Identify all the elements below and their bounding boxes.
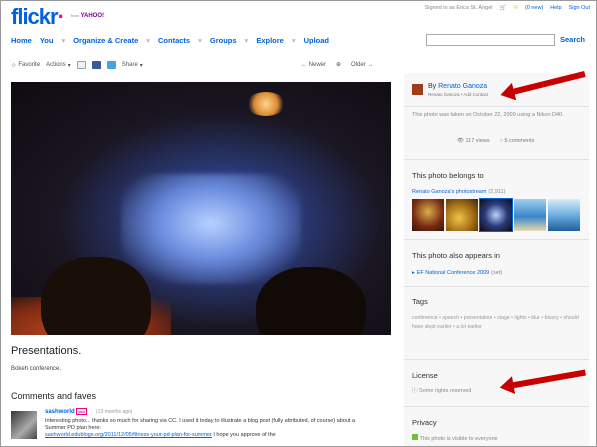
thumb[interactable]: [514, 199, 546, 231]
comment-icon: ○: [499, 138, 503, 144]
comments-count[interactable]: ○ 5 comments: [500, 138, 535, 144]
main-nav: Home You ▾ Organize & Create ▾ Contacts ▾ G…: [11, 36, 329, 45]
thumb[interactable]: [412, 199, 444, 231]
thumb[interactable]: [479, 198, 513, 232]
nav-home[interactable]: Home: [11, 36, 32, 45]
thumb[interactable]: [548, 199, 580, 231]
yahoo-logo: from YAHOO!: [71, 13, 105, 19]
tags-list[interactable]: conference • speech • presentation • sta…: [412, 314, 582, 332]
inbox-link[interactable]: (0 new): [525, 5, 543, 11]
privacy-info: This photo is visible to everyone: [412, 434, 498, 443]
nav-upload[interactable]: Upload: [304, 36, 329, 45]
photostream-link[interactable]: Renato Ganoza's photostream (2,911): [412, 188, 505, 196]
email-icon[interactable]: [76, 61, 86, 69]
set-link[interactable]: ▸ EF National Conference 2009 (set): [412, 269, 502, 277]
divider: [404, 359, 589, 360]
twitter-icon[interactable]: [106, 61, 116, 69]
views-count: 👁 117 views: [457, 138, 490, 144]
chevron-down-icon[interactable]: ▾: [146, 36, 150, 45]
cc-icon: ⓘ: [412, 388, 418, 394]
license-heading: License: [412, 371, 438, 380]
comment-time: (13 months ago): [96, 409, 133, 415]
logo-dot: ·: [57, 4, 65, 29]
account-bar: Signed in as Erica St. Angel 🛒 ✉ (0 new)…: [425, 5, 590, 11]
photostream-thumbs: [412, 198, 580, 232]
newer-button[interactable]: ← Newer: [301, 62, 326, 68]
pro-badge: pro: [76, 408, 87, 415]
mail-icon[interactable]: ✉: [513, 5, 518, 11]
privacy-heading: Privacy: [412, 418, 437, 427]
flickr-logo[interactable]: flickr·: [11, 4, 65, 30]
chevron-down-icon[interactable]: ▾: [245, 36, 249, 45]
nav-you[interactable]: You: [40, 36, 54, 45]
cart-icon[interactable]: 🛒: [499, 5, 506, 11]
nav-groups[interactable]: Groups: [210, 36, 237, 45]
photo-sidebar: By Renato Ganoza Renato Ganoza • Add Con…: [404, 73, 589, 446]
chevron-down-icon[interactable]: ▾: [292, 36, 296, 45]
star-icon: ☆: [11, 62, 17, 69]
nav-organize[interactable]: Organize & Create: [73, 36, 138, 45]
favorite-button[interactable]: ☆ Favorite: [11, 62, 40, 69]
check-icon: [412, 434, 418, 440]
photo-light-bokeh: [246, 92, 286, 116]
photo-head-left: [41, 257, 151, 335]
triangle-right-icon: ▸: [412, 270, 415, 276]
share-button[interactable]: Share ▾: [122, 62, 143, 69]
site-header: flickr· from YAHOO! Signed in as Erica S…: [1, 1, 596, 51]
photo-pager: ← Newer ⊕ Older →: [301, 61, 373, 69]
comment-item: sashworld pro (13 months ago) Interestin…: [11, 408, 391, 446]
chevron-down-icon[interactable]: ▾: [198, 36, 202, 45]
divider: [404, 286, 589, 287]
divider: [404, 159, 589, 160]
search-input[interactable]: [426, 34, 555, 46]
divider: [404, 106, 589, 107]
owner-name-link[interactable]: Renato Ganoza: [438, 83, 487, 90]
thumb[interactable]: [446, 199, 478, 231]
divider: [404, 406, 589, 407]
taken-info: This photo was taken on October 22, 2009…: [412, 112, 564, 118]
eye-icon: 👁: [457, 138, 464, 144]
photo-stats: 👁 117 views ○ 5 comments: [457, 138, 534, 144]
owner-subline[interactable]: Renato Ganoza • Add Contact: [428, 92, 488, 97]
belongs-heading: This photo belongs to: [412, 171, 484, 180]
actions-button[interactable]: Actions ▾: [46, 62, 71, 69]
chevron-down-icon: ▾: [139, 62, 143, 69]
photo-title: Presentations.: [11, 345, 82, 357]
comment-link[interactable]: sashworld.edublogs.org/2011/12/05/fitnes…: [45, 432, 212, 438]
chevron-down-icon: ▾: [67, 62, 71, 69]
divider: [404, 239, 589, 240]
owner-avatar[interactable]: [412, 84, 423, 95]
comment-text: Interesting photo... thanks so much for …: [45, 418, 355, 438]
help-link[interactable]: Help: [550, 5, 561, 11]
nav-explore[interactable]: Explore: [256, 36, 284, 45]
sign-out-link[interactable]: Sign Out: [569, 5, 590, 11]
comments-heading: Comments and faves: [11, 391, 97, 401]
photo-description: Bokeh conference.: [11, 366, 62, 372]
facebook-icon[interactable]: [91, 61, 101, 69]
logo-text: flickr: [11, 4, 59, 29]
appears-heading: This photo also appears in: [412, 251, 500, 260]
photo-screen-glow: [121, 174, 301, 284]
search-button[interactable]: Search: [560, 35, 585, 44]
license-info[interactable]: ⓘ Some rights reserved: [412, 387, 471, 395]
zoom-icon[interactable]: ⊕: [336, 61, 341, 68]
avatar[interactable]: [11, 411, 37, 439]
signed-in-text[interactable]: Signed in as Erica St. Angel: [425, 5, 493, 11]
main-photo[interactable]: [11, 82, 391, 335]
nav-contacts[interactable]: Contacts: [158, 36, 190, 45]
browser-frame: flickr· from YAHOO! Signed in as Erica S…: [0, 0, 597, 447]
chevron-down-icon[interactable]: ▾: [61, 36, 65, 45]
photo-head-right: [256, 267, 366, 335]
tags-heading: Tags: [412, 297, 428, 306]
older-button[interactable]: Older →: [351, 62, 373, 68]
comment-user[interactable]: sashworld pro: [45, 408, 87, 415]
owner-byline: By Renato Ganoza: [428, 83, 488, 90]
